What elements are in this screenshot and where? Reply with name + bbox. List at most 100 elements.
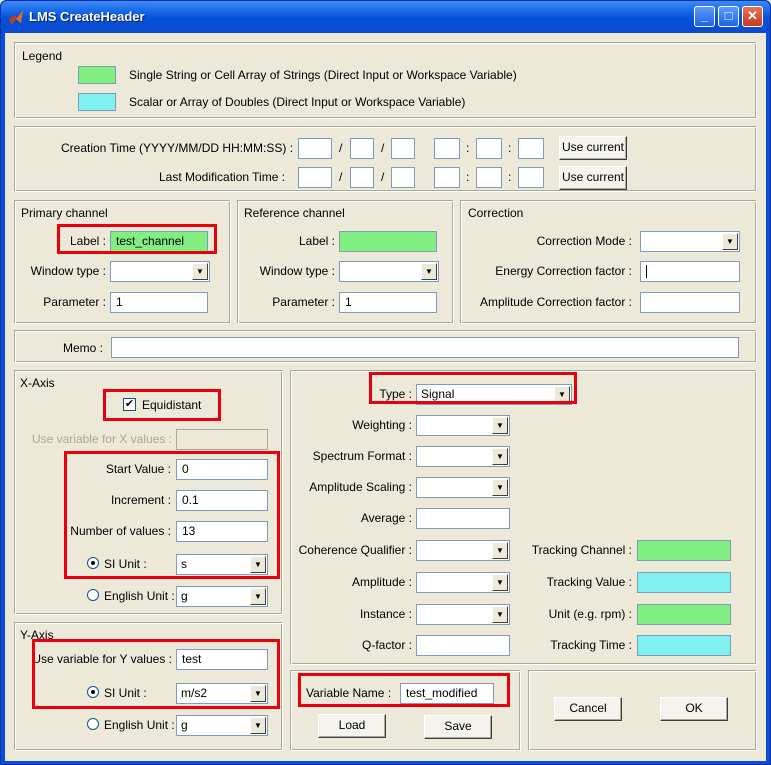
y-english-unit-radio[interactable]	[87, 718, 99, 730]
legend-swatch-string	[78, 66, 116, 84]
memo-panel: Memo :	[15, 331, 757, 363]
properties-panel: Type : Signal ▼ Weighting : ▼ Spectrum Fo…	[291, 371, 757, 665]
reference-channel-panel: Reference channel Label : Window type : …	[238, 201, 454, 324]
matlab-icon	[9, 10, 23, 24]
ok-button[interactable]: OK	[660, 697, 728, 721]
chevron-down-icon: ▼	[421, 263, 437, 280]
reference-parameter-field[interactable]: 1	[339, 292, 437, 313]
modification-month-field[interactable]	[350, 167, 374, 188]
energy-correction-field[interactable]	[640, 261, 740, 282]
average-field[interactable]	[416, 508, 510, 529]
minimize-button[interactable]: _	[694, 6, 715, 27]
amplitude-correction-field[interactable]	[640, 292, 740, 313]
tracking-value-field[interactable]	[637, 572, 731, 593]
creation-minute-field[interactable]	[476, 138, 502, 159]
amplitude-scaling-label: Amplitude Scaling :	[309, 480, 412, 494]
correction-mode-label: Correction Mode :	[536, 234, 632, 248]
reference-label-label: Label :	[298, 234, 335, 248]
date-separator: /	[381, 141, 385, 155]
amplitude-scaling-select[interactable]: ▼	[416, 477, 510, 498]
legend-swatch-double	[78, 93, 116, 111]
maximize-icon: □	[724, 8, 733, 23]
amplitude-correction-label: Amplitude Correction factor :	[479, 295, 632, 309]
time-separator: :	[466, 170, 470, 184]
x-english-unit-select[interactable]: g ▼	[176, 586, 268, 607]
chevron-down-icon: ▼	[250, 717, 266, 734]
q-factor-field[interactable]	[416, 635, 510, 656]
y-english-unit-select[interactable]: g ▼	[176, 715, 268, 736]
primary-channel-title: Primary channel	[21, 206, 108, 220]
amplitude-select[interactable]: ▼	[416, 572, 510, 593]
tracking-time-label: Tracking Time :	[550, 638, 632, 652]
reference-window-type-label: Window type :	[259, 264, 335, 278]
time-separator: :	[508, 141, 512, 155]
primary-channel-panel: Primary channel Label : test_channel Win…	[15, 201, 231, 324]
correction-panel: Correction Correction Mode : ▼ Energy Co…	[461, 201, 757, 324]
tracking-unit-label: Unit (e.g. rpm) :	[548, 607, 632, 621]
x-use-variable-label: Use variable for X values :	[31, 432, 172, 446]
x-english-unit-radio[interactable]	[87, 589, 99, 601]
load-button[interactable]: Load	[318, 714, 386, 738]
weighting-label: Weighting :	[352, 418, 412, 432]
spectrum-format-select[interactable]: ▼	[416, 446, 510, 467]
primary-parameter-field[interactable]: 1	[110, 292, 208, 313]
creation-month-field[interactable]	[350, 138, 374, 159]
creation-day-field[interactable]	[391, 138, 415, 159]
cancel-button[interactable]: Cancel	[554, 697, 622, 721]
creation-time-label: Creation Time (YYYY/MM/DD HH:MM:SS) :	[61, 141, 294, 155]
modification-minute-field[interactable]	[476, 167, 502, 188]
tracking-value-label: Tracking Value :	[546, 575, 632, 589]
window-title: LMS CreateHeader	[29, 9, 145, 24]
reference-window-type-select[interactable]: ▼	[339, 261, 439, 282]
creation-year-field[interactable]	[298, 138, 332, 159]
primary-window-type-select[interactable]: ▼	[110, 261, 210, 282]
modification-use-current-button[interactable]: Use current	[559, 166, 627, 190]
chevron-down-icon: ▼	[492, 542, 508, 559]
modification-year-field[interactable]	[298, 167, 332, 188]
actions-panel: Cancel OK	[529, 671, 757, 751]
highlight-x-values	[64, 451, 280, 579]
tracking-channel-label: Tracking Channel :	[531, 543, 632, 557]
date-separator: /	[381, 170, 385, 184]
close-icon: ✕	[747, 8, 758, 23]
x-use-variable-field[interactable]	[176, 429, 268, 450]
instance-select[interactable]: ▼	[416, 604, 510, 625]
creation-hour-field[interactable]	[434, 138, 460, 159]
close-button[interactable]: ✕	[742, 6, 763, 27]
chevron-down-icon: ▼	[722, 233, 738, 250]
legend-panel: Legend Single String or Cell Array of St…	[15, 43, 757, 119]
weighting-select[interactable]: ▼	[416, 415, 510, 436]
reference-parameter-label: Parameter :	[272, 295, 335, 309]
reference-channel-title: Reference channel	[244, 206, 345, 220]
save-button[interactable]: Save	[424, 715, 492, 739]
highlight-variable-name	[298, 673, 510, 707]
memo-label: Memo :	[63, 341, 104, 355]
correction-mode-select[interactable]: ▼	[640, 231, 740, 252]
tracking-time-field[interactable]	[637, 635, 731, 656]
time-panel: Creation Time (YYYY/MM/DD HH:MM:SS) : / …	[15, 127, 757, 192]
highlight-y-values	[32, 639, 280, 709]
y-english-unit-label: English Unit :	[104, 718, 175, 732]
reference-label-field[interactable]	[339, 231, 437, 252]
date-separator: /	[339, 141, 343, 155]
tracking-channel-field[interactable]	[637, 540, 731, 561]
x-english-unit-label: English Unit :	[104, 589, 175, 603]
creation-second-field[interactable]	[518, 138, 544, 159]
modification-time-label: Last Modification Time :	[159, 170, 286, 184]
legend-text-double: Scalar or Array of Doubles (Direct Input…	[129, 95, 466, 109]
tracking-unit-field[interactable]	[637, 604, 731, 625]
memo-field[interactable]	[111, 337, 739, 358]
legend-text-string: Single String or Cell Array of Strings (…	[129, 68, 517, 82]
modification-day-field[interactable]	[391, 167, 415, 188]
modification-hour-field[interactable]	[434, 167, 460, 188]
app-window: LMS CreateHeader _ □ ✕ Legend Single Str…	[0, 0, 771, 765]
creation-use-current-button[interactable]: Use current	[559, 136, 627, 160]
modification-second-field[interactable]	[518, 167, 544, 188]
chevron-down-icon: ▼	[492, 448, 508, 465]
maximize-button[interactable]: □	[718, 6, 739, 27]
dialog-body: Legend Single String or Cell Array of St…	[5, 33, 766, 761]
title-bar[interactable]: LMS CreateHeader _ □ ✕	[1, 1, 770, 33]
x-axis-title: X-Axis	[20, 376, 55, 390]
coherence-qualifier-select[interactable]: ▼	[416, 540, 510, 561]
q-factor-label: Q-factor :	[361, 638, 412, 652]
